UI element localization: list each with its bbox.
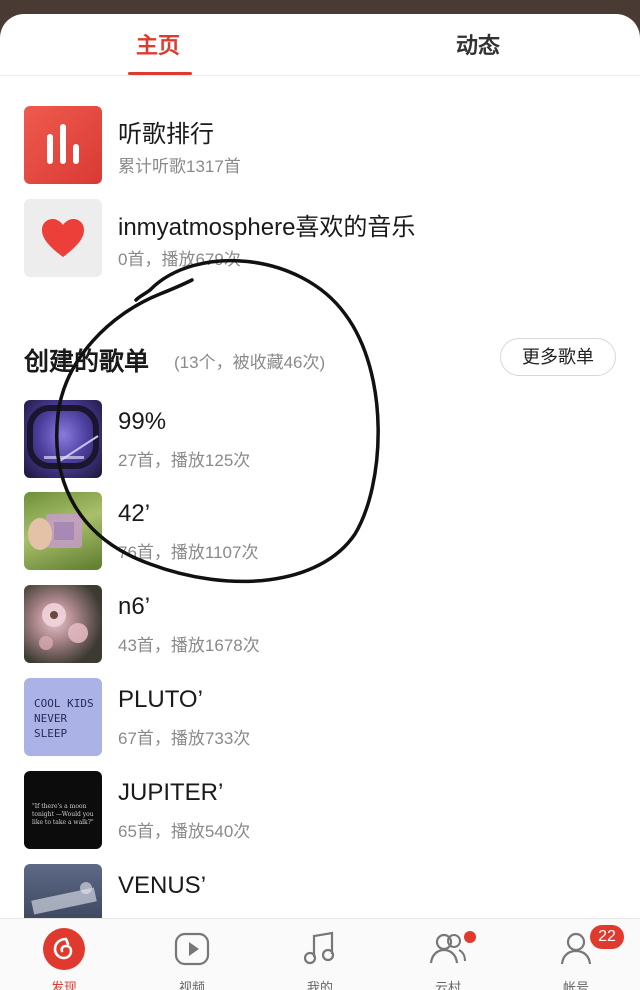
nav-discover[interactable]: 发现 bbox=[24, 927, 104, 990]
top-tabs: 主页 动态 bbox=[0, 14, 640, 76]
nav-label: 云村 bbox=[434, 980, 461, 990]
playlist-subtitle: 27首，播放125次 bbox=[118, 451, 251, 470]
nav-label: 我的 bbox=[306, 980, 333, 990]
nav-label: 视频 bbox=[178, 980, 205, 990]
playlist-item[interactable]: n6’ 43首，播放1678次 bbox=[24, 585, 624, 665]
playlist-item[interactable]: "If there's a moon tonight —Would you li… bbox=[24, 771, 624, 851]
playlist-subtitle: 76首，播放1107次 bbox=[118, 543, 259, 562]
more-playlists-button[interactable]: 更多歌单 bbox=[500, 338, 616, 376]
playlist-title: 42’ bbox=[118, 500, 151, 527]
section-title: 创建的歌单 bbox=[24, 348, 150, 376]
nav-community[interactable]: 云村 bbox=[408, 927, 488, 990]
video-play-icon bbox=[170, 927, 214, 971]
active-tab-indicator bbox=[128, 72, 192, 75]
liked-music-item[interactable]: inmyatmosphere喜欢的音乐 0首，播放679次 bbox=[24, 199, 624, 279]
playlist-subtitle: 65首，播放540次 bbox=[118, 822, 251, 841]
nav-account[interactable]: 22 帐号 bbox=[536, 925, 624, 990]
playlist-cover bbox=[24, 400, 102, 478]
netease-logo-icon bbox=[42, 927, 86, 971]
playlist-title: PLUTO’ bbox=[118, 686, 203, 713]
playlist-cover: "If there's a moon tonight —Would you li… bbox=[24, 771, 102, 849]
playlist-cover bbox=[24, 492, 102, 570]
rank-subtitle: 累计听歌1317首 bbox=[118, 157, 241, 176]
cover-art-text: "If there's a moon tonight —Would you li… bbox=[32, 803, 94, 826]
playlist-item[interactable]: 42’ 76首，播放1107次 bbox=[24, 492, 624, 572]
nav-video[interactable]: 视频 bbox=[152, 927, 232, 990]
cover-art-text: COOL KIDS NEVER SLEEP bbox=[34, 697, 94, 740]
liked-title: inmyatmosphere喜欢的音乐 bbox=[118, 214, 416, 241]
nav-label: 帐号 bbox=[562, 980, 589, 990]
bottom-navigation: 发现 视频 我的 云村 22 帐号 bbox=[0, 918, 640, 990]
heart-icon bbox=[24, 199, 102, 277]
rank-title: 听歌排行 bbox=[118, 121, 214, 148]
notification-dot bbox=[464, 931, 476, 943]
playlist-item[interactable]: 99% 27首，播放125次 bbox=[24, 400, 624, 480]
music-note-icon bbox=[298, 927, 342, 971]
bar-chart-icon bbox=[24, 106, 102, 184]
tab-feed[interactable]: 动态 bbox=[456, 28, 500, 60]
playlist-title: JUPITER’ bbox=[118, 779, 224, 806]
notification-badge: 22 bbox=[590, 925, 624, 949]
liked-subtitle: 0首，播放679次 bbox=[118, 250, 241, 269]
listening-rank-item[interactable]: 听歌排行 累计听歌1317首 bbox=[24, 106, 624, 186]
section-meta: (13个，被收藏46次) bbox=[174, 353, 326, 372]
playlist-cover bbox=[24, 585, 102, 663]
nav-label: 发现 bbox=[50, 980, 77, 990]
people-icon bbox=[426, 927, 470, 971]
playlist-title: VENUS’ bbox=[118, 872, 207, 899]
main-sheet: 主页 动态 听歌排行 累计听歌1317首 inmyatmosphere喜欢的音乐… bbox=[0, 14, 640, 990]
playlist-cover: COOL KIDS NEVER SLEEP bbox=[24, 678, 102, 756]
nav-mine[interactable]: 我的 bbox=[280, 927, 360, 990]
tab-home[interactable]: 主页 bbox=[136, 28, 180, 60]
playlist-title: n6’ bbox=[118, 593, 151, 620]
created-playlists-header: 创建的歌单 (13个，被收藏46次) 更多歌单 bbox=[24, 338, 616, 378]
playlist-subtitle: 43首，播放1678次 bbox=[118, 636, 260, 655]
playlist-item[interactable]: COOL KIDS NEVER SLEEP PLUTO’ 67首，播放733次 bbox=[24, 678, 624, 758]
playlist-title: 99% bbox=[118, 408, 167, 435]
playlist-subtitle: 67首，播放733次 bbox=[118, 729, 251, 748]
